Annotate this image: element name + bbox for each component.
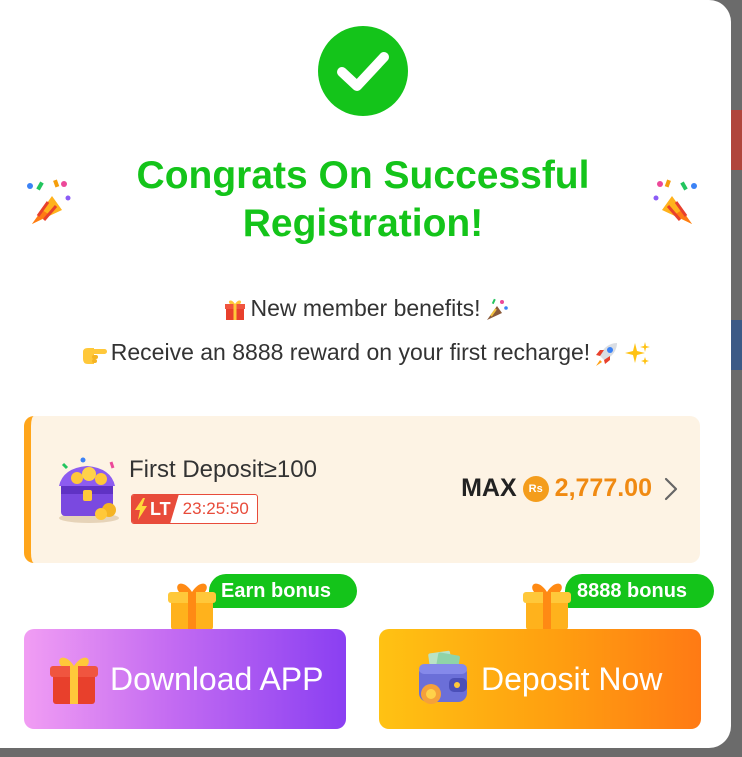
first-deposit-offer-card[interactable]: First Deposit≥100 LT 23:25:50 MAX Rs 2,7… xyxy=(24,416,700,563)
limited-time-label: LT xyxy=(150,498,171,519)
8888-bonus-tag: 8888 bonus xyxy=(565,574,714,608)
chevron-right-icon[interactable] xyxy=(664,477,678,501)
download-app-button[interactable]: Download APP xyxy=(24,629,346,729)
gift-icon xyxy=(50,657,98,704)
treasure-chest-icon xyxy=(59,457,119,523)
party-popper-icon xyxy=(486,298,508,320)
benefits-text: New member benefits! xyxy=(250,295,481,321)
party-popper-icon xyxy=(653,179,697,224)
countdown-timer: 23:25:50 xyxy=(182,499,249,518)
gift-icon xyxy=(523,583,571,630)
lightning-icon xyxy=(135,498,147,520)
sparkles-icon xyxy=(625,341,651,365)
wallet-icon xyxy=(419,650,467,704)
deposit-offer-label: First Deposit≥100 xyxy=(129,456,317,483)
rupee-coin-icon: Rs xyxy=(522,475,549,502)
check-circle-icon xyxy=(318,26,408,116)
page-title: Congrats On Successful Registration! xyxy=(136,154,590,245)
max-reward: MAX Rs 2,777.00 xyxy=(461,474,678,503)
download-app-label: Download APP xyxy=(110,660,324,697)
gift-icon xyxy=(168,583,216,630)
reward-text: Receive an 8888 reward on your first rec… xyxy=(110,339,591,365)
rocket-icon xyxy=(596,342,618,366)
deposit-now-button[interactable]: Deposit Now xyxy=(379,629,701,729)
registration-success-modal: Congrats On Successful Registration! New… xyxy=(0,0,731,748)
max-label: MAX xyxy=(461,474,517,502)
deposit-now-label: Deposit Now xyxy=(481,660,663,697)
limited-time-tag: LT xyxy=(132,495,179,523)
reward-line: Receive an 8888 reward on your first rec… xyxy=(0,339,731,367)
gift-icon xyxy=(225,300,246,320)
party-popper-icon xyxy=(27,179,71,224)
benefits-line: New member benefits! xyxy=(0,295,731,322)
pointing-hand-icon xyxy=(82,347,107,364)
max-amount: 2,777.00 xyxy=(554,474,652,502)
limited-time-badge: LT 23:25:50 xyxy=(131,494,258,524)
earn-bonus-tag: Earn bonus xyxy=(209,574,357,608)
